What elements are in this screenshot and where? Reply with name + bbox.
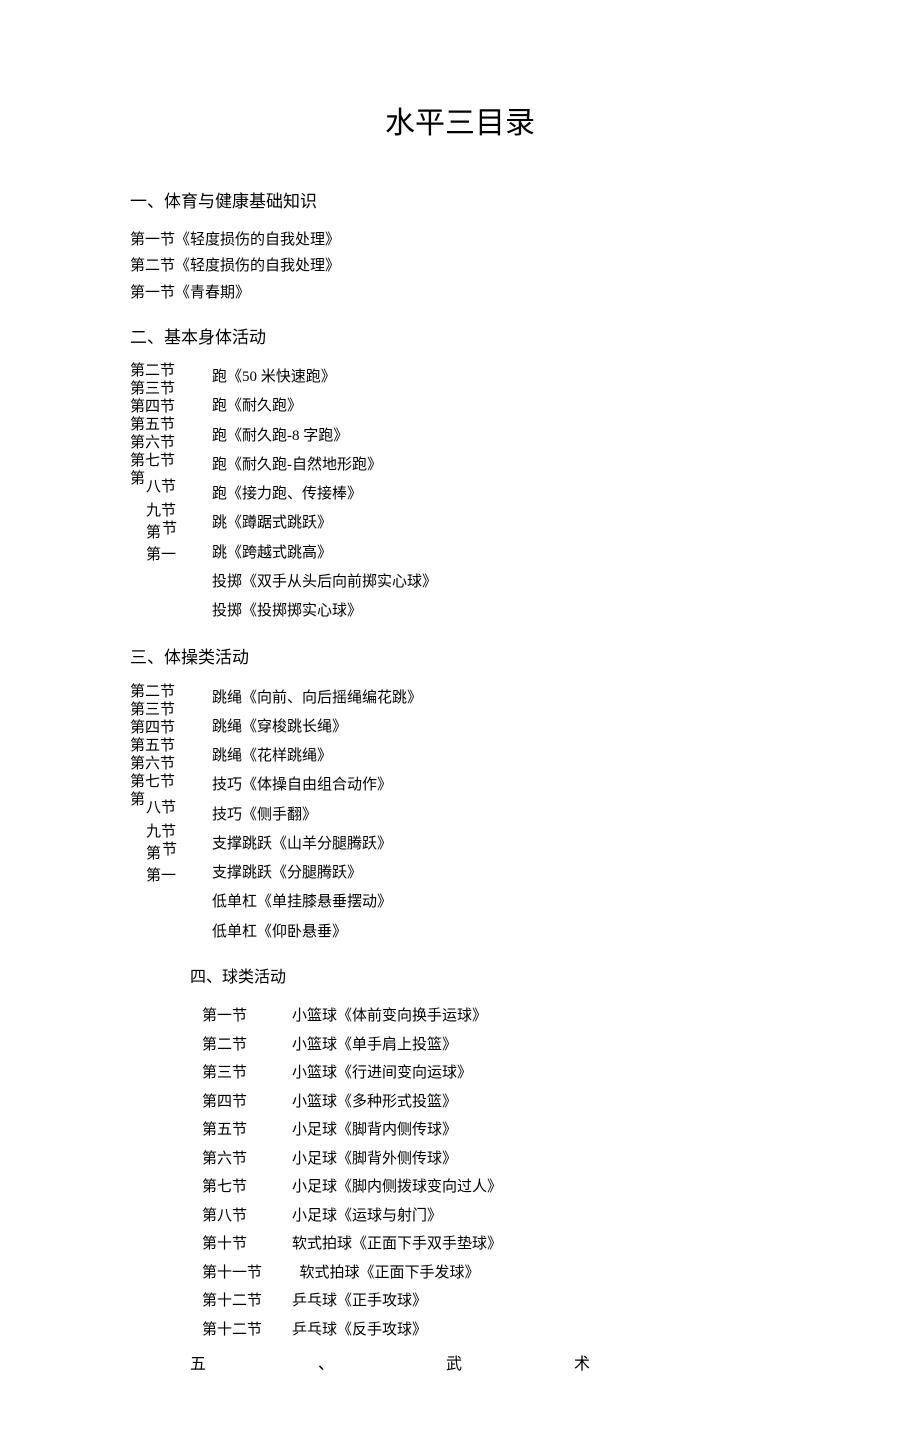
section-4-heading: 四、球类活动 (190, 965, 790, 991)
row-text: 乒乓球《正手攻球》 (292, 1287, 427, 1316)
toc-item: 低单杠《单挂膝悬垂摆动》 (212, 888, 790, 917)
heading-char: 武 (446, 1352, 462, 1378)
toc-item: 技巧《体操自由组合动作》 (212, 771, 790, 800)
toc-item: 跳《蹲踞式跳跃》 (212, 509, 790, 538)
row-label: 第六节 (202, 1145, 292, 1174)
label-text: 八节 (146, 477, 176, 498)
row-text: 小足球《脚背外侧传球》 (292, 1145, 457, 1174)
row-label: 第十二节 (202, 1287, 292, 1316)
label-text: 第一 (146, 545, 176, 566)
toc-item: 投掷《投掷掷实心球》 (212, 597, 790, 626)
toc-item: 跑《耐久跑-自然地形跑》 (212, 451, 790, 480)
toc-row: 第四节小篮球《多种形式投篮》 (190, 1088, 790, 1117)
section-3-items: 跳绳《向前、向后摇绳编花跳》 跳绳《穿梭跳长绳》 跳绳《花样跳绳》 技巧《体操自… (212, 684, 790, 947)
toc-item: 跑《接力跑、传接棒》 (212, 480, 790, 509)
toc-item: 跳绳《向前、向后摇绳编花跳》 (212, 684, 790, 713)
label-text: 第 (130, 790, 145, 811)
row-text: 小篮球《多种形式投篮》 (292, 1088, 457, 1117)
section-2-items: 跑《50 米快速跑》 跑《耐久跑》 跑《耐久跑-8 字跑》 跑《耐久跑-自然地形… (212, 363, 790, 626)
row-label: 第二节 (202, 1031, 292, 1060)
row-label: 第一节 (202, 1002, 292, 1031)
toc-row: 第十一节 软式拍球《正面下手发球》 (190, 1259, 790, 1288)
row-text: 小足球《脚内侧拨球变向过人》 (292, 1173, 502, 1202)
toc-item: 跳绳《花样跳绳》 (212, 742, 790, 771)
section-5-heading: 五 、 武 术 (130, 1352, 790, 1378)
toc-item: 跳《跨越式跳高》 (212, 539, 790, 568)
row-text: 小篮球《单手肩上投篮》 (292, 1031, 457, 1060)
document-title: 水平三目录 (130, 100, 790, 148)
toc-item: 跳绳《穿梭跳长绳》 (212, 713, 790, 742)
section-2-body: 第二节 第三节 第四节 第五节 第六节 第七节 第 八节 九节 第 节 第一 跑… (130, 363, 790, 626)
heading-char: 术 (574, 1352, 590, 1378)
row-text: 小足球《脚背内侧传球》 (292, 1116, 457, 1145)
row-text: 软式拍球《正面下手双手垫球》 (292, 1230, 502, 1259)
toc-row: 第一节小篮球《体前变向换手运球》 (190, 1002, 790, 1031)
toc-item: 跑《耐久跑-8 字跑》 (212, 422, 790, 451)
toc-item: 技巧《侧手翻》 (212, 801, 790, 830)
heading-char: 五 (190, 1352, 206, 1378)
section-1-list: 第一节《轻度损伤的自我处理》 第二节《轻度损伤的自我处理》 第一节《青春期》 (130, 227, 790, 306)
toc-item: 支撑跳跃《山羊分腿腾跃》 (212, 830, 790, 859)
row-label: 第十节 (202, 1230, 292, 1259)
section-2-heading: 二、基本身体活动 (130, 324, 790, 351)
toc-item: 投掷《双手从头后向前掷实心球》 (212, 568, 790, 597)
toc-item: 支撑跳跃《分腿腾跃》 (212, 859, 790, 888)
toc-row: 第七节小足球《脚内侧拨球变向过人》 (190, 1173, 790, 1202)
row-label: 第四节 (202, 1088, 292, 1117)
row-text: 乒乓球《反手攻球》 (292, 1316, 427, 1345)
label-text: 第 (146, 523, 161, 544)
toc-item: 第二节《轻度损伤的自我处理》 (130, 253, 790, 279)
toc-row: 第八节小足球《运球与射门》 (190, 1202, 790, 1231)
toc-item: 第一节《轻度损伤的自我处理》 (130, 227, 790, 253)
toc-item: 跑《50 米快速跑》 (212, 363, 790, 392)
toc-item: 跑《耐久跑》 (212, 392, 790, 421)
toc-item: 第一节《青春期》 (130, 280, 790, 306)
row-text: 小足球《运球与射门》 (292, 1202, 442, 1231)
label-text: 第 (146, 844, 161, 865)
row-label: 第三节 (202, 1059, 292, 1088)
section-4: 四、球类活动 第一节小篮球《体前变向换手运球》 第二节小篮球《单手肩上投篮》 第… (130, 965, 790, 1345)
section-3-body: 第二节 第三节 第四节 第五节 第六节 第七节 第 八节 九节 第 节 第一 跳… (130, 684, 790, 947)
row-label: 第八节 (202, 1202, 292, 1231)
row-label: 第十二节 (202, 1316, 292, 1345)
toc-row: 第十二节乒乓球《反手攻球》 (190, 1316, 790, 1345)
section-3-heading: 三、体操类活动 (130, 644, 790, 671)
section-1-heading: 一、体育与健康基础知识 (130, 188, 790, 215)
label-text: 节 (162, 519, 177, 540)
label-text: 第一 (146, 866, 176, 887)
row-label: 第五节 (202, 1116, 292, 1145)
label-text: 第 (130, 469, 145, 490)
row-text: 小篮球《行进间变向运球》 (292, 1059, 472, 1088)
row-label: 第七节 (202, 1173, 292, 1202)
toc-row: 第二节小篮球《单手肩上投篮》 (190, 1031, 790, 1060)
heading-char: 、 (318, 1352, 334, 1378)
section-3-labels: 第二节 第三节 第四节 第五节 第六节 第七节 第 八节 九节 第 节 第一 (130, 684, 212, 947)
row-label: 第十一节 (202, 1259, 292, 1288)
label-text: 节 (162, 840, 177, 861)
row-text: 软式拍球《正面下手发球》 (292, 1259, 480, 1288)
label-text: 八节 (146, 798, 176, 819)
toc-row: 第六节小足球《脚背外侧传球》 (190, 1145, 790, 1174)
toc-row: 第十二节乒乓球《正手攻球》 (190, 1287, 790, 1316)
section-2-labels: 第二节 第三节 第四节 第五节 第六节 第七节 第 八节 九节 第 节 第一 (130, 363, 212, 626)
row-text: 小篮球《体前变向换手运球》 (292, 1002, 487, 1031)
toc-row: 第三节小篮球《行进间变向运球》 (190, 1059, 790, 1088)
toc-item: 低单杠《仰卧悬垂》 (212, 918, 790, 947)
toc-row: 第五节小足球《脚背内侧传球》 (190, 1116, 790, 1145)
toc-row: 第十节软式拍球《正面下手双手垫球》 (190, 1230, 790, 1259)
